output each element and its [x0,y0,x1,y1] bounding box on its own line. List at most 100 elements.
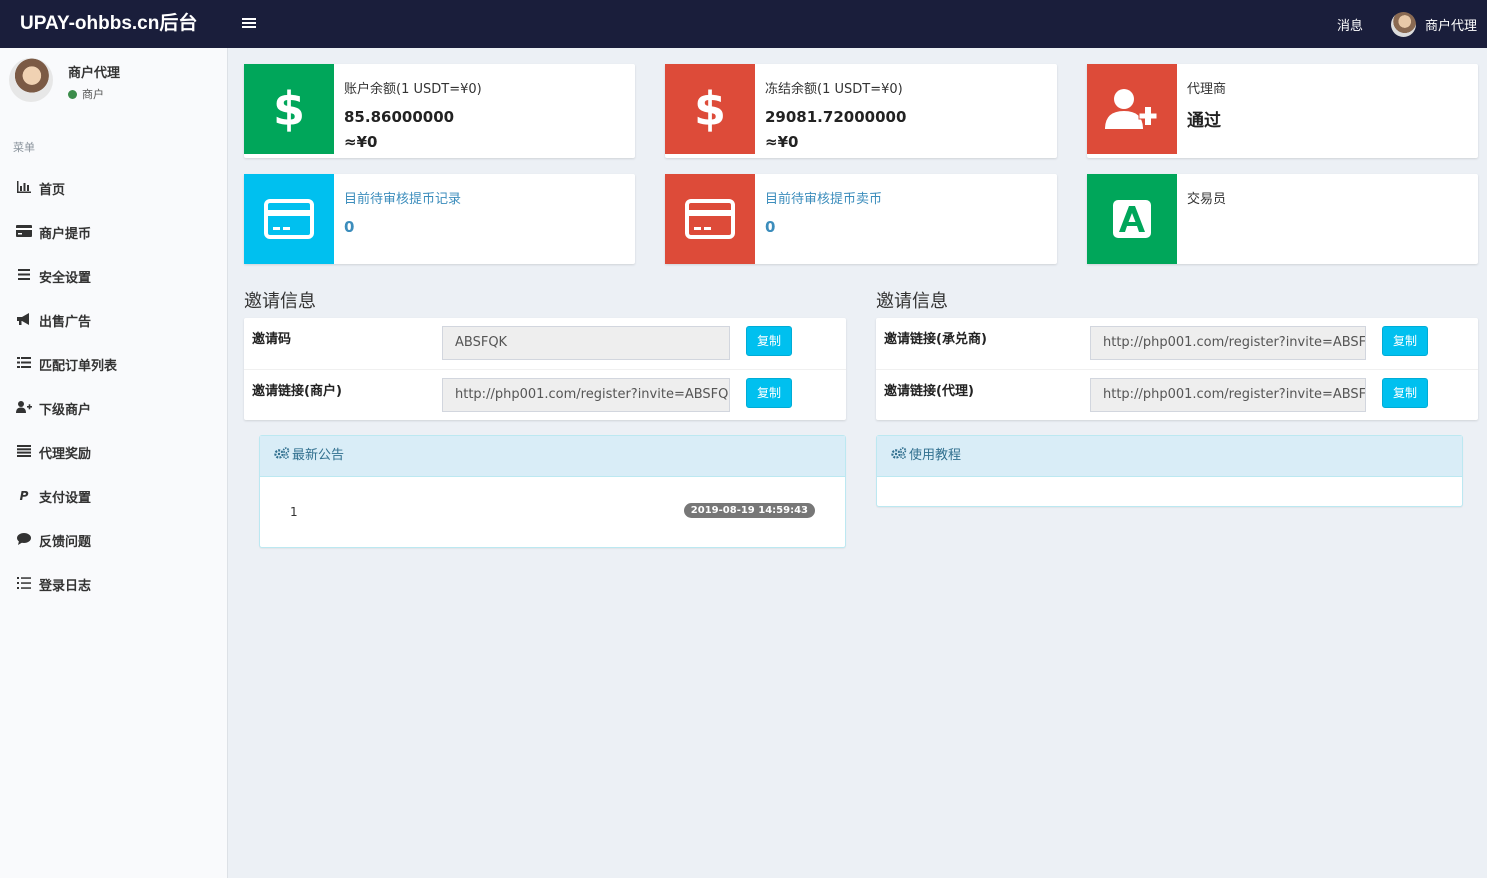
table-row: 邀请链接(承兑商) http://php001.com/register?inv… [876,318,1478,369]
table-row: 邀请码 ABSFQK 复制 [244,318,846,369]
bar-chart-icon [15,180,33,196]
sidebar: 商户代理 商户 菜单 首页 商户提币 安全设置 出售广告 匹配订单列表 下级商户… [0,48,228,878]
invite-section-title: 邀请信息 [876,291,948,312]
avatar [1390,11,1416,37]
sidebar-item-label: 商户提币 [39,226,92,242]
frozen-cny: ≈¥0 [765,133,799,151]
announcements-title: 最新公告 [292,448,345,463]
frozen-card: $ 冻结余额(1 USDT=¥0) 29081.72000000 ≈¥0 [665,64,1057,158]
top-navbar: UPAY-ohbbs.cn后台 消息 商户代理 [0,0,1487,48]
sidebar-item-label: 出售广告 [39,314,92,330]
pending-sell-card[interactable]: 目前待审核提币卖币 0 [665,174,1057,264]
gears-icon [891,436,907,476]
invite-table-left: 邀请码 ABSFQK 复制 邀请链接(商户) http://php001.com… [244,318,846,420]
pending-withdraw-link[interactable]: 目前待审核提币记录 [344,188,461,207]
announcement-date-badge: 2019-08-19 14:59:43 [683,503,815,518]
sidebar-item-login-log[interactable]: 登录日志 [0,562,228,606]
user-plus-icon [15,400,33,416]
balance-label: 账户余额(1 USDT=¥0) [344,82,482,97]
agent-link-label: 邀请链接(代理) [884,384,974,399]
invite-table-right: 邀请链接(承兑商) http://php001.com/register?inv… [876,318,1478,420]
sidebar-item-order-list[interactable]: 匹配订单列表 [0,342,228,386]
copy-invite-code-button[interactable]: 复制 [746,326,792,356]
list-alt-icon [15,444,33,460]
invite-code-label: 邀请码 [252,332,292,347]
announcement-text[interactable]: 1 [290,505,298,519]
messages-link[interactable]: 消息 [1337,15,1363,34]
tutorial-header: 使用教程 [877,436,1462,477]
avatar [9,58,53,102]
user-plus-icon [1087,64,1177,154]
sidebar-toggle-icon[interactable] [240,15,258,33]
copy-merchant-link-button[interactable]: 复制 [746,378,792,408]
user-panel: 商户代理 商户 [9,58,219,108]
pending-sell-count[interactable]: 0 [765,218,775,236]
sidebar-menu: 首页 商户提币 安全设置 出售广告 匹配订单列表 下级商户 代理奖励 P 支付设 [0,166,228,606]
table-row: 邀请链接(商户) http://php001.com/register?invi… [244,369,846,420]
balance-value: 85.86000000 [344,108,455,126]
list-ol-icon [15,576,33,592]
copy-agent-link-button[interactable]: 复制 [1382,378,1428,408]
list-item[interactable]: 1 2019-08-19 14:59:43 [260,477,845,547]
svg-text:$: $ [274,83,304,135]
brand-logo[interactable]: UPAY-ohbbs.cn后台 [0,0,228,48]
trader-card: 交易员 [1087,174,1478,264]
balance-card: $ 账户余额(1 USDT=¥0) 85.86000000 ≈¥0 [244,64,635,158]
pending-withdraw-card[interactable]: 目前待审核提币记录 0 [244,174,635,264]
acceptor-link-label: 邀请链接(承兑商) [884,332,987,347]
announcements-header: 最新公告 [260,436,845,477]
agent-label: 代理商 [1187,82,1227,97]
sidebar-item-label: 首页 [39,182,66,198]
table-row: 邀请链接(代理) http://php001.com/register?invi… [876,369,1478,420]
user-name: 商户代理 [68,66,121,81]
merchant-link-field[interactable]: http://php001.com/register?invite=ABSFQK… [442,378,730,412]
user-status: 商户 [68,86,104,102]
sidebar-item-payment-settings[interactable]: P 支付设置 [0,474,228,518]
sidebar-item-label: 下级商户 [39,402,92,418]
agent-status: 通过 [1187,111,1221,131]
sidebar-item-label: 安全设置 [39,270,92,286]
agent-card: 代理商 通过 [1087,64,1478,158]
tutorial-title: 使用教程 [909,448,962,463]
frozen-label: 冻结余额(1 USDT=¥0) [765,82,903,97]
agent-link-field[interactable]: http://php001.com/register?invite=ABSFQK… [1090,378,1366,412]
copy-acceptor-link-button[interactable]: 复制 [1382,326,1428,356]
invite-code-field[interactable]: ABSFQK [442,326,730,360]
credit-card-icon [244,174,334,264]
sidebar-item-label: 登录日志 [39,578,92,594]
pending-withdraw-count[interactable]: 0 [344,218,354,236]
user-status-label: 商户 [82,88,104,101]
comment-icon [15,532,33,548]
sidebar-item-label: 匹配订单列表 [39,358,118,374]
app-store-icon [1087,174,1177,264]
sidebar-item-feedback[interactable]: 反馈问题 [0,518,228,562]
pending-sell-link[interactable]: 目前待审核提币卖币 [765,188,882,207]
sidebar-item-security[interactable]: 安全设置 [0,254,228,298]
bars-icon [15,269,33,283]
dollar-icon: $ [665,64,755,154]
svg-text:$: $ [695,83,725,135]
trader-label: 交易员 [1187,192,1227,207]
tutorial-panel: 使用教程 [876,435,1463,507]
sidebar-item-sub-merchants[interactable]: 下级商户 [0,386,228,430]
user-menu-label: 商户代理 [1424,18,1477,34]
list-icon [15,357,33,371]
online-dot-icon [68,89,77,99]
gears-icon [274,436,290,476]
sidebar-item-agent-rewards[interactable]: 代理奖励 [0,430,228,474]
dollar-icon: $ [244,64,334,154]
menu-header: 菜单 [13,141,35,154]
bullhorn-icon [15,312,33,328]
sidebar-item-sell-ads[interactable]: 出售广告 [0,298,228,342]
announcements-panel: 最新公告 1 2019-08-19 14:59:43 [259,435,846,548]
invite-section-title: 邀请信息 [244,291,316,312]
sidebar-item-withdraw[interactable]: 商户提币 [0,210,228,254]
sidebar-item-label: 支付设置 [39,490,92,506]
acceptor-link-field[interactable]: http://php001.com/register?invite=ABSFQK… [1090,326,1366,360]
credit-card-icon [665,174,755,264]
balance-cny: ≈¥0 [344,133,378,151]
paypal-icon: P [19,489,29,503]
merchant-link-label: 邀请链接(商户) [252,384,342,399]
sidebar-item-home[interactable]: 首页 [0,166,228,210]
user-menu[interactable]: 商户代理 [1390,11,1477,37]
